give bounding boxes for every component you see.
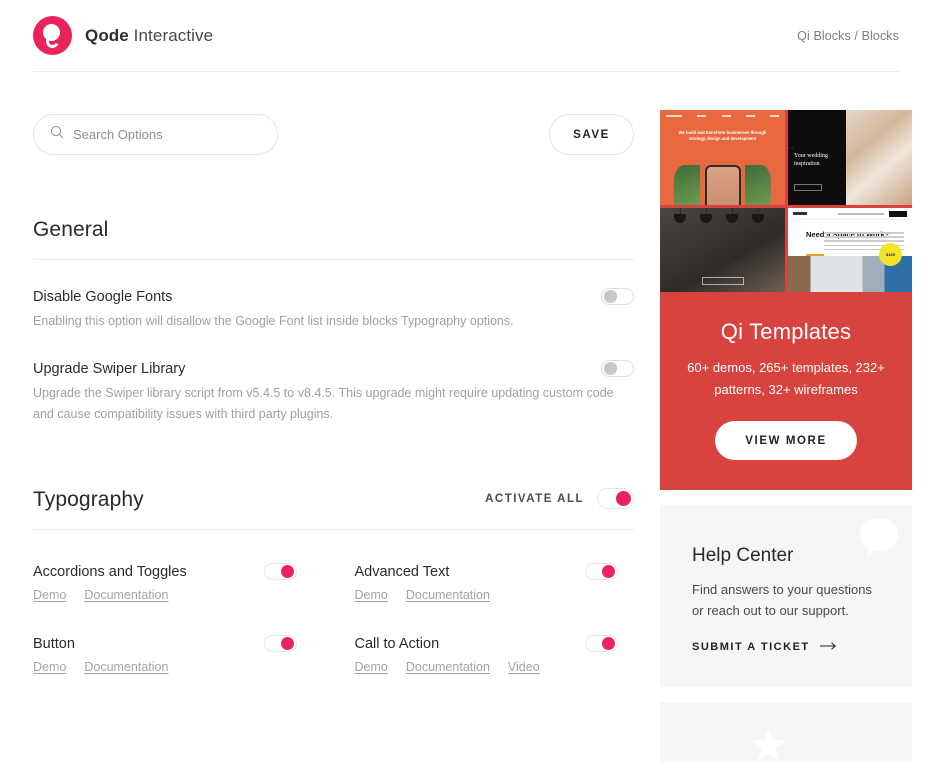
link-demo[interactable]: Demo [33,660,66,674]
sidebar: We build and transform businesses throug… [660,72,912,762]
search-box[interactable] [33,114,278,155]
qi-templates-promo-card: We build and transform businesses throug… [660,110,912,490]
collage-tile-a-heading: We build and transform businesses throug… [678,130,767,141]
typography-grid: Accordions and Toggles Demo Documentatio… [33,530,634,674]
section-general: General Disable Google Fonts Enabling th… [33,218,634,425]
help-center-text: Find answers to your questions or reach … [692,582,872,618]
section-general-header: General [33,218,634,260]
breadcrumb: Qi Blocks / Blocks [797,28,899,43]
section-typography: Typography ACTIVATE ALL Accordions and T… [33,488,634,674]
typography-item-label: Advanced Text [354,563,450,580]
brand-name: Qode Interactive [85,26,213,46]
main-content: SAVE General Disable Google Fonts Enabli… [33,72,634,762]
option-disable-google-fonts: Disable Google Fonts Enabling this optio… [33,260,634,332]
option-label: Upgrade Swiper Library [33,360,186,377]
section-general-title: General [33,218,109,241]
help-center-card: Help Center Find answers to your questio… [660,505,912,687]
toggle-button[interactable] [263,635,297,652]
save-button[interactable]: SAVE [549,114,634,155]
option-description: Upgrade the Swiper library script from v… [33,386,614,421]
brand-name-bold: Qode [85,25,129,45]
typography-item-links: Demo Documentation [33,660,313,674]
options-toolbar: SAVE [33,114,634,155]
promo-title: Qi Templates [720,319,852,344]
section-typography-title: Typography [33,488,144,511]
help-center-title: Help Center [692,545,794,566]
page-body: SAVE General Disable Google Fonts Enabli… [0,72,932,762]
link-demo[interactable]: Demo [355,588,388,602]
badge-price: $169 [886,252,895,257]
typography-item-label: Button [33,635,75,652]
typography-item-links: Demo Documentation [355,588,635,602]
option-description: Enabling this option will disallow the G… [33,314,514,328]
toggle-advanced-text[interactable] [585,563,618,580]
qode-logo-icon [33,16,72,55]
promo-collage: We build and transform businesses throug… [660,110,912,295]
search-icon [50,125,64,144]
search-input[interactable] [73,127,261,142]
submit-a-ticket-link[interactable]: SUBMIT A TICKET [692,641,880,653]
submit-a-ticket-label: SUBMIT A TICKET [692,641,810,653]
toggle-call-to-action[interactable] [585,635,618,652]
rating-card: ★ [660,702,912,762]
brand-name-light: Interactive [128,25,214,45]
collage-tile-wedding: · · · · Your wedding inspiration ui/ux. [788,110,912,205]
collage-price-badge: $169 [879,243,902,266]
link-documentation[interactable]: Documentation [406,660,490,674]
typography-item-accordions-and-toggles: Accordions and Toggles Demo Documentatio… [33,530,313,602]
typography-item-call-to-action: Call to Action Demo Documentation Video [355,602,635,674]
promo-body: Qi Templates 60+ demos, 265+ templates, … [660,295,912,490]
collage-tile-uiux: We build and transform businesses throug… [660,110,785,205]
collage-tile-b-heading: Your wedding inspiration [794,153,828,167]
activate-all-label: ACTIVATE ALL [485,492,584,505]
brand: Qode Interactive [33,16,213,55]
link-demo[interactable]: Demo [355,660,388,674]
typography-item-links: Demo Documentation [33,588,313,602]
collage-tile-b-kicker: · · · · [794,146,808,150]
option-upgrade-swiper-library: Upgrade Swiper Library Upgrade the Swipe… [33,332,634,425]
link-documentation[interactable]: Documentation [406,588,490,602]
activate-all-control: ACTIVATE ALL [485,488,634,512]
link-documentation[interactable]: Documentation [84,660,168,674]
promo-subtitle: 60+ demos, 265+ templates, 232+ patterns… [687,360,885,397]
arrow-right-icon [819,641,837,653]
typography-item-label: Accordions and Toggles [33,563,187,580]
typography-item-advanced-text: Advanced Text Demo Documentation [355,530,635,602]
link-documentation[interactable]: Documentation [84,588,168,602]
link-video[interactable]: Video [508,660,540,674]
section-typography-header: Typography ACTIVATE ALL [33,488,634,530]
app-header: Qode Interactive Qi Blocks / Blocks [33,0,899,72]
typography-item-label: Call to Action [354,635,440,652]
toggle-upgrade-swiper-library[interactable] [601,360,634,377]
view-more-button[interactable]: VIEW MORE [715,421,857,460]
link-demo[interactable]: Demo [33,588,66,602]
toggle-activate-all[interactable] [597,488,634,509]
collage-tile-a-side-text: ui/ux. [788,136,795,153]
option-label: Disable Google Fonts [33,288,173,305]
typography-item-links: Demo Documentation Video [355,660,635,674]
collage-tile-restaurant [660,208,785,292]
typography-item-button: Button Demo Documentation [33,602,313,674]
toggle-accordions-and-toggles[interactable] [263,563,297,580]
collage-tile-workspace: Need a Space to Work? $169 [788,208,912,292]
star-icon: ★ [748,719,790,762]
toggle-disable-google-fonts[interactable] [601,288,634,305]
